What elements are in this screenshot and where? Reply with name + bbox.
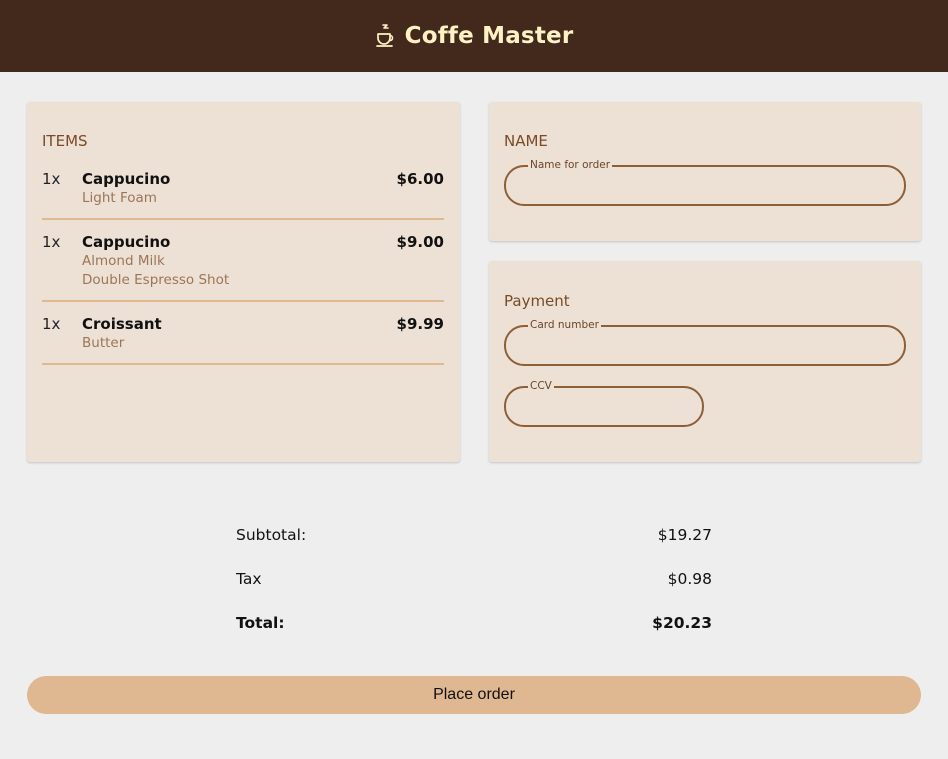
- item-name: Cappucino: [82, 170, 171, 188]
- order-item: 1x Cappucino Almond Milk Double Espresso…: [42, 232, 444, 302]
- item-details: Croissant Butter: [82, 314, 397, 353]
- app-title: Coffe Master: [404, 23, 574, 49]
- total-value: $20.23: [652, 614, 712, 632]
- items-card: ITEMS 1x Cappucino Light Foam $6.00 1x C…: [27, 102, 460, 462]
- place-order-button[interactable]: Place order: [27, 676, 921, 714]
- ccv-field[interactable]: CCV: [504, 379, 704, 427]
- tax-label: Tax: [236, 570, 262, 588]
- total-label: Total:: [236, 614, 285, 632]
- app-header: Coffe Master: [0, 0, 948, 72]
- coffee-cup-icon: [375, 24, 397, 48]
- brand: Coffe Master: [375, 23, 574, 49]
- item-quantity: 1x: [42, 315, 61, 333]
- item-quantity: 1x: [42, 170, 61, 188]
- order-item: 1x Croissant Butter $9.99: [42, 314, 444, 365]
- order-item: 1x Cappucino Light Foam $6.00: [42, 169, 444, 220]
- name-section-title: NAME: [504, 132, 548, 150]
- subtotal-label: Subtotal:: [236, 526, 307, 544]
- item-option: Double Espresso Shot: [82, 272, 230, 288]
- name-field-label: Name for order: [528, 158, 613, 172]
- ccv-label: CCV: [528, 379, 554, 393]
- item-price: $9.99: [396, 315, 444, 333]
- item-option: Butter: [82, 335, 125, 351]
- items-section-title: ITEMS: [42, 132, 88, 150]
- order-item-list: 1x Cappucino Light Foam $6.00 1x Cappuci…: [42, 169, 444, 377]
- item-name: Cappucino: [82, 233, 171, 251]
- ccv-input[interactable]: [520, 396, 688, 418]
- item-option: Almond Milk: [82, 253, 165, 269]
- item-details: Cappucino Almond Milk Double Espresso Sh…: [82, 232, 397, 290]
- tax-value: $0.98: [667, 570, 712, 588]
- subtotal-row: Subtotal: $19.27: [236, 524, 712, 568]
- item-price: $9.00: [396, 233, 444, 251]
- tax-row: Tax $0.98: [236, 568, 712, 612]
- card-number-input[interactable]: [520, 335, 890, 357]
- name-card: NAME Name for order: [489, 102, 921, 241]
- total-row: Total: $20.23: [236, 612, 712, 656]
- payment-card: Payment Card number CCV: [489, 261, 921, 462]
- order-totals: Subtotal: $19.27 Tax $0.98 Total: $20.23: [236, 524, 712, 656]
- subtotal-value: $19.27: [657, 526, 712, 544]
- card-number-label: Card number: [528, 318, 601, 332]
- payment-section-title: Payment: [504, 292, 570, 310]
- item-details: Cappucino Light Foam: [82, 169, 397, 208]
- name-for-order-field[interactable]: Name for order: [504, 158, 906, 206]
- item-name: Croissant: [82, 315, 162, 333]
- item-price: $6.00: [396, 170, 444, 188]
- name-input[interactable]: [520, 175, 890, 197]
- card-number-field[interactable]: Card number: [504, 318, 906, 366]
- item-quantity: 1x: [42, 233, 61, 251]
- item-option: Light Foam: [82, 190, 157, 206]
